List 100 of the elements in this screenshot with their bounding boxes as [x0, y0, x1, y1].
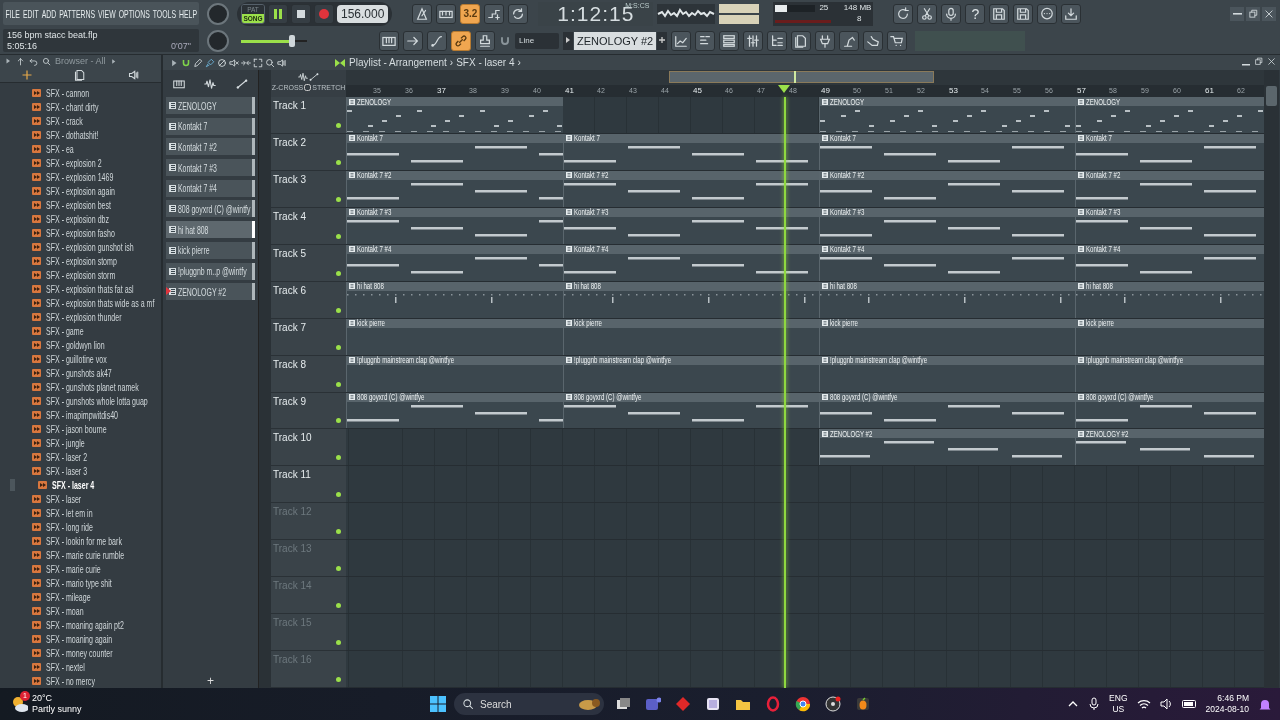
- menu-item[interactable]: TOOLS: [152, 7, 176, 20]
- browser-item[interactable]: SFX - explosion stomp: [0, 254, 161, 268]
- pattern-clip[interactable]: kick pierre: [563, 318, 819, 355]
- pattern-clip[interactable]: Kontakt 7 #2: [1075, 170, 1264, 207]
- track-enable-led[interactable]: [336, 566, 341, 572]
- window-icon[interactable]: [705, 696, 721, 712]
- menu-item[interactable]: ADD: [41, 7, 57, 20]
- browser-item[interactable]: SFX - no mercy: [0, 674, 161, 688]
- search-bar[interactable]: Search: [454, 693, 604, 715]
- piano-button[interactable]: [379, 30, 399, 51]
- fruit-icon[interactable]: [855, 696, 871, 712]
- pattern-clip[interactable]: Kontakt 7 #4: [563, 244, 819, 281]
- browser-item[interactable]: SFX - laser 2: [0, 450, 161, 464]
- track-enable-led[interactable]: [336, 270, 341, 276]
- pattern-clip[interactable]: ZENOLOGY #2: [819, 429, 1075, 466]
- add-pattern-button[interactable]: [657, 31, 668, 50]
- pause-button[interactable]: [268, 3, 288, 24]
- breadcrumb-item[interactable]: SFX - laser 4: [456, 57, 515, 68]
- record-app-icon[interactable]: [825, 696, 841, 712]
- select-icon[interactable]: [253, 57, 263, 68]
- record-option-button[interactable]: [436, 3, 457, 24]
- pattern-clip[interactable]: !pluggnb mainstream clap @wintfye: [346, 355, 563, 392]
- pattern-clip[interactable]: Kontakt 7 #3: [346, 207, 563, 244]
- track-lane[interactable]: kick pierre kick pierre kick pierre kick pierre: [346, 318, 1264, 356]
- track-lane[interactable]: hi hat 808 hi hat 808 hi hat 808 hi hat 808: [346, 281, 1264, 319]
- browser-item[interactable]: SFX - gunshots whole lotta guap: [0, 394, 161, 408]
- refresh-button[interactable]: [893, 3, 914, 24]
- browser-item[interactable]: SFX - mario type shit: [0, 576, 161, 590]
- microphone-icon[interactable]: [1088, 697, 1101, 711]
- lamp-button[interactable]: [839, 30, 860, 51]
- pattern-clip[interactable]: kick pierre: [819, 318, 1075, 355]
- channel-item[interactable]: Kontakt 7 #4: [166, 179, 255, 197]
- waveform-icon[interactable]: [298, 72, 308, 82]
- download-button[interactable]: [1061, 3, 1082, 24]
- ring-icon[interactable]: [765, 696, 781, 712]
- speaker-icon[interactable]: [277, 57, 287, 68]
- record-option-button[interactable]: [508, 3, 529, 24]
- browser-item[interactable]: SFX - explosion fasho: [0, 226, 161, 240]
- browser-item[interactable]: SFX - cannon: [0, 86, 161, 100]
- pattern-clip[interactable]: !pluggnb mainstream clap @wintfye: [563, 355, 819, 392]
- pattern-clip[interactable]: Kontakt 7 #2: [819, 170, 1075, 207]
- chat-button[interactable]: [1037, 3, 1058, 24]
- pattern-clip[interactable]: Kontakt 7 #4: [346, 244, 563, 281]
- record-option-button[interactable]: [484, 3, 505, 24]
- back-icon[interactable]: [29, 56, 38, 66]
- scroll-thumb[interactable]: [1266, 86, 1277, 106]
- expand-icon[interactable]: [169, 57, 179, 68]
- browser-item[interactable]: SFX - laser 4: [0, 478, 161, 492]
- browser-item[interactable]: SFX - gunshots ak47: [0, 366, 161, 380]
- browser-item[interactable]: SFX - laser 3: [0, 464, 161, 478]
- track-lane[interactable]: !pluggnb mainstream clap @wintfye !pluggnb mainstream clap @wintfye !pluggnb mainstream clap @wintfye !pluggnb mainstream clap @wintfye: [346, 355, 1264, 393]
- scroll-handle[interactable]: [10, 479, 15, 491]
- record-option-button[interactable]: [412, 3, 433, 24]
- pattern-clip[interactable]: 808 goyxrd (C) @wintfye: [563, 392, 819, 429]
- track-enable-led[interactable]: [336, 381, 341, 387]
- track-enable-led[interactable]: [336, 344, 341, 350]
- ban-icon[interactable]: [217, 57, 227, 68]
- scissors-button[interactable]: [917, 3, 938, 24]
- minimize-button[interactable]: [1230, 6, 1244, 21]
- automation-icon[interactable]: [236, 77, 249, 90]
- document-button[interactable]: [791, 30, 812, 51]
- menu-item[interactable]: HELP: [179, 7, 198, 20]
- track-lane[interactable]: Kontakt 7 #3 Kontakt 7 #3 Kontakt 7 #3 Kontakt 7 #3: [346, 207, 1264, 245]
- pattern-clip[interactable]: Kontakt 7 #4: [1075, 244, 1264, 281]
- menu-item[interactable]: OPTIONS: [118, 7, 150, 20]
- language-indicator[interactable]: ENG US: [1109, 693, 1128, 715]
- browser-item[interactable]: SFX - jungle: [0, 436, 161, 450]
- browser-item[interactable]: SFX - explosion thats fat asl: [0, 282, 161, 296]
- menu-item[interactable]: FILE: [5, 7, 20, 20]
- browser-item[interactable]: SFX - money counter: [0, 646, 161, 660]
- task-view-icon[interactable]: [615, 696, 631, 712]
- pitch-knob[interactable]: [207, 2, 229, 25]
- speaker-icon[interactable]: [128, 68, 141, 81]
- channel-item[interactable]: hi hat 808: [166, 221, 255, 239]
- track-enable-led[interactable]: [336, 492, 341, 498]
- browser-item[interactable]: SFX - goldwyn lion: [0, 338, 161, 352]
- document-icon[interactable]: [74, 68, 87, 81]
- browser-item[interactable]: SFX - dothatshit!: [0, 128, 161, 142]
- channel-item[interactable]: ZENOLOGY: [166, 97, 255, 114]
- graph-button[interactable]: [671, 30, 692, 51]
- restore-button[interactable]: [1246, 6, 1260, 21]
- waveform-icon[interactable]: [204, 77, 217, 90]
- pencil-icon[interactable]: [193, 57, 203, 68]
- curve-button[interactable]: [427, 30, 447, 51]
- browser-item[interactable]: SFX - moaning again: [0, 632, 161, 646]
- plus-icon[interactable]: [20, 68, 33, 81]
- search-icon[interactable]: [42, 56, 51, 66]
- browser-item[interactable]: SFX - explosion best: [0, 198, 161, 212]
- pattern-clip[interactable]: ZENOLOGY #2: [1075, 429, 1264, 466]
- stamp-button[interactable]: [475, 30, 495, 51]
- save-button[interactable]: [989, 3, 1010, 24]
- browser-item[interactable]: SFX - explosion 2: [0, 156, 161, 170]
- mute-icon[interactable]: [229, 57, 239, 68]
- chevron-up-icon[interactable]: [1067, 699, 1080, 709]
- track-enable-led[interactable]: [336, 677, 341, 682]
- tempo-display[interactable]: 156.000: [337, 4, 389, 23]
- pattern-clip[interactable]: Kontakt 7: [346, 133, 563, 170]
- pattern-clip[interactable]: hi hat 808: [1075, 281, 1264, 318]
- pattern-clip[interactable]: ZENOLOGY: [346, 97, 563, 133]
- menu-item[interactable]: VIEW: [98, 7, 116, 20]
